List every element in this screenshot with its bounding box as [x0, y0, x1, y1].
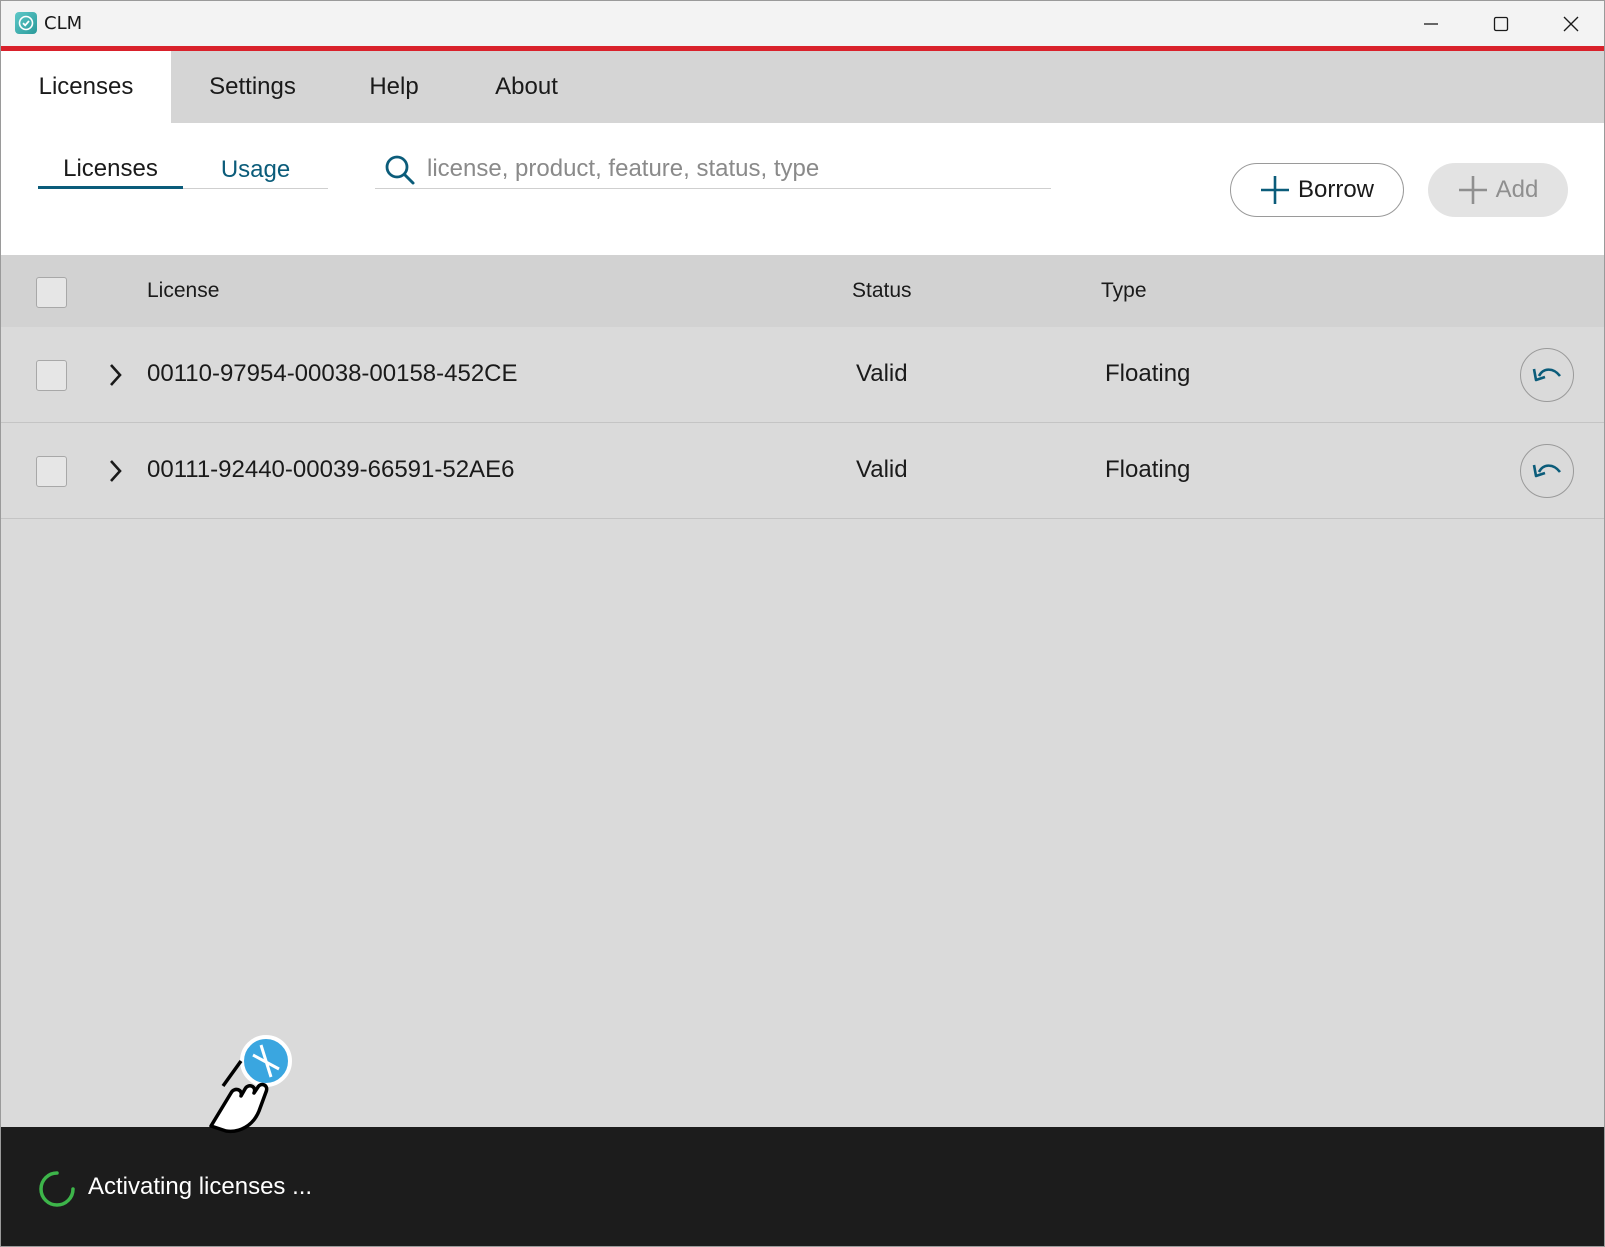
app-logo-icon	[15, 12, 37, 34]
sub-tab-bar: Licenses Usage	[38, 151, 328, 189]
column-header-type[interactable]: Type	[1101, 279, 1147, 303]
return-license-button[interactable]	[1520, 444, 1574, 498]
add-button[interactable]: Add	[1428, 163, 1568, 217]
plus-icon	[1260, 175, 1290, 205]
minimize-button[interactable]	[1396, 1, 1466, 46]
license-status: Valid	[856, 360, 908, 387]
tab-help[interactable]: Help	[334, 51, 454, 123]
maximize-icon	[1493, 16, 1509, 31]
search-input[interactable]	[427, 151, 1027, 187]
column-header-status[interactable]: Status	[852, 279, 912, 303]
undo-icon	[1532, 464, 1562, 478]
license-type: Floating	[1105, 360, 1191, 387]
license-status: Valid	[856, 456, 908, 483]
tab-licenses[interactable]: Licenses	[1, 51, 171, 123]
subtab-usage[interactable]: Usage	[183, 151, 328, 189]
close-button[interactable]	[1536, 1, 1604, 46]
license-id: 00110-97954-00038-00158-452CE	[147, 360, 518, 387]
search-icon	[383, 153, 417, 192]
borrow-button-label: Borrow	[1297, 176, 1375, 203]
row-checkbox[interactable]	[36, 360, 67, 391]
minimize-icon	[1424, 22, 1438, 25]
status-message: Activating licenses ...	[88, 1173, 313, 1200]
search-box	[375, 151, 1051, 189]
subtab-licenses[interactable]: Licenses	[38, 151, 183, 189]
plus-icon	[1458, 175, 1488, 205]
app-window: CLM Licenses Settings Help About License…	[0, 0, 1605, 1247]
chevron-right-icon[interactable]	[105, 361, 125, 394]
license-id: 00111-92440-00039-66591-52AE6	[147, 456, 515, 483]
borrow-button[interactable]: Borrow	[1230, 163, 1404, 217]
chevron-right-icon[interactable]	[105, 457, 125, 490]
license-type: Floating	[1105, 456, 1191, 483]
maximize-button[interactable]	[1466, 1, 1536, 46]
toolbar: Licenses Usage Borrow Add	[1, 123, 1604, 255]
table-row[interactable]: 00110-97954-00038-00158-452CE Valid Floa…	[1, 327, 1604, 423]
return-license-button[interactable]	[1520, 348, 1574, 402]
table-row[interactable]: 00111-92440-00039-66591-52AE6 Valid Floa…	[1, 423, 1604, 519]
tab-about[interactable]: About	[454, 51, 599, 123]
loading-spinner-icon	[37, 1169, 77, 1214]
title-bar: CLM	[1, 1, 1604, 46]
close-icon	[1563, 16, 1579, 31]
undo-icon	[1532, 368, 1562, 382]
table-header: License Status Type	[1, 255, 1604, 327]
tab-settings[interactable]: Settings	[171, 51, 334, 123]
main-tab-bar: Licenses Settings Help About	[1, 51, 1604, 123]
add-button-label: Add	[1495, 176, 1539, 203]
hand-pointer-cursor-icon	[201, 1031, 301, 1146]
row-checkbox[interactable]	[36, 456, 67, 487]
license-table: 00110-97954-00038-00158-452CE Valid Floa…	[1, 327, 1604, 1127]
column-header-license[interactable]: License	[147, 279, 219, 303]
window-title: CLM	[44, 13, 83, 34]
select-all-checkbox[interactable]	[36, 277, 67, 308]
